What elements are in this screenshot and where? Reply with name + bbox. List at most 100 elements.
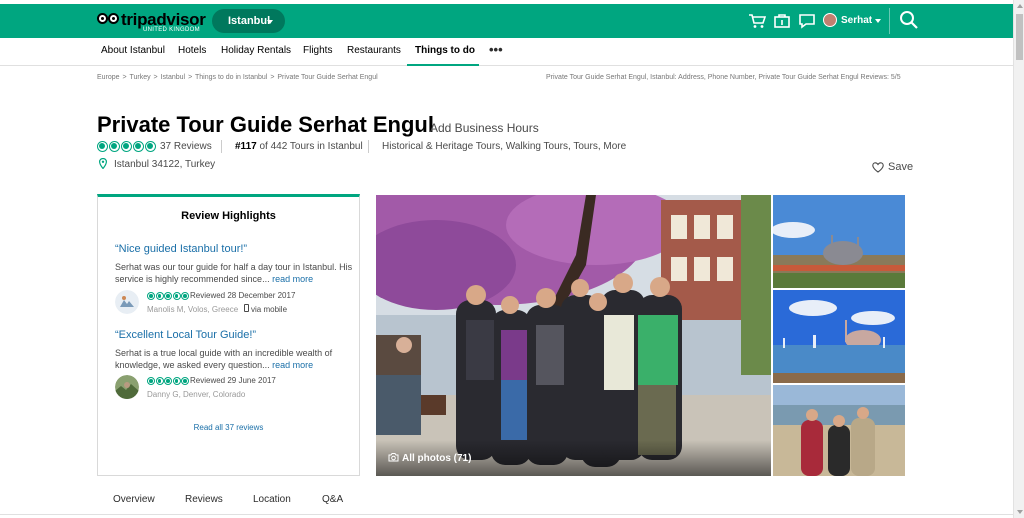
rating-bubble-icon [164,292,172,300]
avatar [823,13,837,27]
breadcrumb-item[interactable]: Europe [97,74,120,81]
guide-group-photo-image [773,385,905,476]
rating-bubble-icon [147,377,155,385]
rating-bubble-icon [133,141,144,152]
city-selector-button[interactable]: Istanbul [212,9,285,33]
breadcrumb-separator: > [153,74,158,81]
rating-bubble-icon [145,141,156,152]
read-more-link[interactable]: read more [272,274,313,284]
page-description: Private Tour Guide Serhat Engul, Istanbu… [546,74,901,81]
review-date: Reviewed 29 June 2017 [190,376,276,385]
divider [368,140,369,153]
breadcrumb-separator: > [270,74,275,81]
add-business-hours-link[interactable]: Add Business Hours [430,121,539,135]
scroll-down-arrow-icon[interactable] [1017,510,1023,514]
rank-number: #117 [235,141,257,152]
review-body: Serhat was our tour guide for half a day… [115,262,353,284]
subnav-item-flights[interactable]: Flights [303,45,332,56]
tab-overview[interactable]: Overview [113,494,155,505]
tripadvisor-logo[interactable]: tripadvisor UNITED KINGDOM [97,10,207,36]
divider [0,514,1013,515]
subnav-item-holiday-rentals[interactable]: Holiday Rentals [221,45,291,56]
divider [221,140,222,153]
breadcrumb-item[interactable]: Istanbul [161,74,186,81]
subnav-item-about[interactable]: About Istanbul [101,45,165,56]
scroll-up-arrow-icon[interactable] [1017,4,1023,8]
rating-bubble-icon [155,377,164,385]
avatar[interactable] [115,290,139,314]
tab-reviews[interactable]: Reviews [185,494,223,505]
top-navigation-bar: tripadvisor UNITED KINGDOM Istanbul Serh… [0,4,1013,38]
review-title-link[interactable]: “Excellent Local Tour Guide!” [115,329,256,341]
avatar[interactable] [115,375,139,399]
user-name: Serhat [841,15,873,26]
subnav-item-things-to-do[interactable]: Things to do [415,45,475,56]
review-snippet: Serhat is a true local guide with an inc… [115,347,355,371]
city-label: Istanbul [228,15,271,27]
review-snippet: Serhat was our tour guide for half a day… [115,261,355,285]
breadcrumb-item[interactable]: Things to do in Istanbul [195,74,267,81]
all-photos-button[interactable]: All photos (71) [388,453,471,464]
reviewer-info[interactable]: Manolis M, Volos, Greece [147,305,238,314]
rating-bubble-icon [164,377,172,385]
mobile-phone-icon [244,304,249,312]
read-all-reviews-link[interactable]: Read all 37 reviews [98,423,359,432]
trips-icon[interactable] [773,13,791,29]
chevron-down-icon [267,20,273,24]
review-title-link[interactable]: “Nice guided Istanbul tour!” [115,243,247,255]
rating-bubble-icon [147,292,155,300]
save-label: Save [888,161,914,173]
heart-icon [872,162,884,173]
review-highlights-card: Review Highlights “Nice guided Istanbul … [97,194,360,476]
owl-icon [97,13,119,27]
chevron-down-icon [875,19,881,23]
group-photo-image [376,195,771,476]
side-photo-fountain[interactable] [773,290,905,383]
rating-bubble-icon [97,141,108,152]
breadcrumb-separator: > [188,74,193,81]
reviews-count-link[interactable]: 37 Reviews [160,141,212,152]
rank-description: of 442 Tours in Istanbul [259,141,363,152]
all-photos-label: All photos (71) [402,453,472,464]
review-rating-bubbles [147,292,189,301]
subnav-item-hotels[interactable]: Hotels [178,45,206,56]
breadcrumb-separator: > [122,74,127,81]
cart-icon[interactable] [748,13,766,29]
subnav-item-restaurants[interactable]: Restaurants [347,45,401,56]
review-device: via mobile [251,305,288,314]
page-title: Private Tour Guide Serhat Engul [97,112,434,137]
categories-list[interactable]: Historical & Heritage Tours, Walking Tou… [382,141,626,152]
rating-bubble-icon [172,377,181,385]
side-photo-istanbul-skyline[interactable] [773,195,905,288]
secondary-navigation: About Istanbul Hotels Holiday Rentals Fl… [0,38,1013,66]
tab-qa[interactable]: Q&A [322,494,343,505]
rating-bubble-icon [181,377,189,385]
scroll-thumb[interactable] [1016,14,1023,60]
tab-location[interactable]: Location [253,494,291,505]
review-highlights-title: Review Highlights [181,210,276,222]
rating-bubble-icon [109,141,120,152]
vertical-scrollbar[interactable] [1013,0,1024,518]
address-text: Istanbul 34122, Turkey [114,159,216,170]
main-photo[interactable]: All photos (71) [376,195,771,476]
rating-bubble-icon [181,292,189,300]
breadcrumb: Europe > Turkey > Istanbul > Things to d… [97,74,379,81]
rating-bubble-icon [121,141,132,152]
ranking-text[interactable]: #117 of 442 Tours in Istanbul [235,141,363,152]
breadcrumb-item[interactable]: Turkey [129,74,150,81]
messages-icon[interactable] [798,13,816,29]
more-options-icon[interactable]: ••• [489,42,503,57]
reviewer-info[interactable]: Danny G, Denver, Colorado [147,390,245,399]
search-icon[interactable] [899,10,919,30]
fountain-photo-image [773,290,905,383]
logo-subtitle: UNITED KINGDOM [143,27,200,33]
camera-icon [388,453,399,462]
divider [889,8,890,34]
read-more-link[interactable]: read more [272,360,313,370]
review-date: Reviewed 28 December 2017 [190,291,296,300]
skyline-photo-image [773,195,905,288]
side-photo-guide-group[interactable] [773,385,905,476]
review-rating-bubbles [147,377,189,386]
location-pin-icon [99,158,107,169]
breadcrumb-current: Private Tour Guide Serhat Engul [277,74,378,81]
